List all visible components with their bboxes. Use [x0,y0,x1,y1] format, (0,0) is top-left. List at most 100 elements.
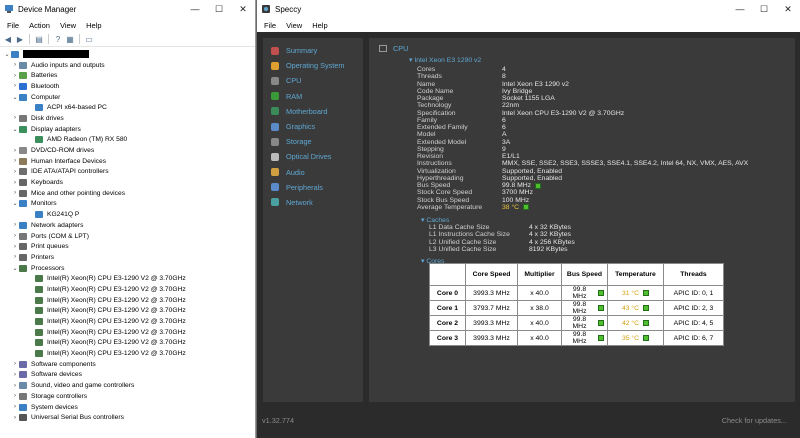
minimize-button[interactable]: — [183,0,207,18]
close-button[interactable]: ✕ [231,0,255,18]
graph-indicator-icon[interactable] [643,290,650,296]
tree-item[interactable]: ⌄ Monitors [0,199,255,210]
tree-item[interactable]: › Keyboards [0,177,255,188]
maximize-button[interactable]: ☐ [207,0,231,18]
tree-item[interactable]: › Storage controllers [0,391,255,402]
tree-item[interactable]: › Printers [0,252,255,263]
tree-item[interactable]: Intel(R) Xeon(R) CPU E3-1290 V2 @ 3.70GH… [0,295,255,306]
nav-item-peripherals[interactable]: Peripherals [263,180,363,195]
tree-item[interactable]: › Mice and other pointing devices [0,188,255,199]
expand-chevron-icon[interactable]: › [11,180,19,186]
tree-item[interactable]: › Print queues [0,241,255,252]
menu-help[interactable]: Help [307,21,332,30]
graph-indicator-icon[interactable] [598,320,604,326]
tree-item[interactable]: › Sound, video and game controllers [0,380,255,391]
nav-item-operating-system[interactable]: Operating System [263,58,363,73]
scan-hardware-icon[interactable]: ▭ [84,34,94,44]
graph-indicator-icon[interactable] [643,305,650,311]
expand-chevron-icon[interactable]: › [11,372,19,378]
tree-item[interactable]: › Bluetooth [0,81,255,92]
expand-chevron-icon[interactable]: › [11,62,19,68]
tree-item[interactable]: AMD Radeon (TM) RX 580 [0,135,255,146]
menu-view[interactable]: View [281,21,307,30]
expand-chevron-icon[interactable]: › [11,404,19,410]
tree-item[interactable]: Intel(R) Xeon(R) CPU E3-1290 V2 @ 3.70GH… [0,348,255,359]
expand-chevron-icon[interactable]: › [11,415,19,421]
tree-item[interactable]: ACPI x64-based PC [0,102,255,113]
tree-item[interactable]: › IDE ATA/ATAPI controllers [0,167,255,178]
graph-indicator-icon[interactable] [598,335,604,341]
expand-chevron-icon[interactable]: › [11,158,19,164]
menu-action[interactable]: Action [24,21,55,30]
collapse-chevron-icon[interactable]: ⌄ [11,200,19,207]
expand-chevron-icon[interactable]: › [11,115,19,121]
tree-item[interactable]: › Software components [0,359,255,370]
nav-item-storage[interactable]: Storage [263,134,363,149]
tree-item[interactable]: › Audio inputs and outputs [0,60,255,71]
expand-chevron-icon[interactable]: › [11,169,19,175]
tree-item[interactable]: › Software devices [0,370,255,381]
tree-item[interactable]: Intel(R) Xeon(R) CPU E3-1290 V2 @ 3.70GH… [0,284,255,295]
tree-item[interactable]: › Ports (COM & LPT) [0,231,255,242]
expand-chevron-icon[interactable]: › [11,73,19,79]
menu-help[interactable]: Help [81,21,106,30]
caches-header[interactable]: ▾ Caches [421,216,449,224]
check-updates-link[interactable]: Check for updates... [722,416,787,425]
tree-item[interactable]: › Network adapters [0,220,255,231]
tree-item[interactable]: › DVD/CD-ROM drives [0,145,255,156]
expand-chevron-icon[interactable]: › [11,361,19,367]
expand-chevron-icon[interactable]: › [11,383,19,389]
dm-titlebar[interactable]: Device Manager — ☐ ✕ [0,0,255,18]
speccy-titlebar[interactable]: Speccy — ☐ ✕ [257,0,800,18]
forward-arrow-icon[interactable]: ▶ [15,34,25,44]
menu-file[interactable]: File [2,21,24,30]
nav-item-ram[interactable]: RAM [263,89,363,104]
collapse-chevron-icon[interactable]: ⌄ [11,265,19,272]
maximize-button[interactable]: ☐ [752,0,776,18]
back-arrow-icon[interactable]: ◀ [3,34,13,44]
tree-item[interactable]: Intel(R) Xeon(R) CPU E3-1290 V2 @ 3.70GH… [0,316,255,327]
nav-item-summary[interactable]: Summary [263,43,363,58]
graph-indicator-icon[interactable] [535,182,542,189]
nav-item-graphics[interactable]: Graphics [263,119,363,134]
collapse-chevron-icon[interactable]: ⌄ [11,126,19,133]
graph-indicator-icon[interactable] [643,335,650,341]
properties-icon[interactable]: ▤ [34,34,44,44]
cpu-model-header[interactable]: ▾ Intel Xeon E3 1290 v2 [409,56,481,64]
menu-file[interactable]: File [259,21,281,30]
tree-item[interactable]: › Universal Serial Bus controllers [0,412,255,423]
expand-chevron-icon[interactable]: › [11,233,19,239]
graph-indicator-icon[interactable] [598,290,604,296]
graph-indicator-icon[interactable] [598,305,604,311]
nav-item-optical-drives[interactable]: Optical Drives [263,149,363,164]
expand-chevron-icon[interactable]: › [11,393,19,399]
tree-item[interactable]: Intel(R) Xeon(R) CPU E3-1290 V2 @ 3.70GH… [0,306,255,317]
tree-item[interactable]: › System devices [0,402,255,413]
menu-view[interactable]: View [55,21,81,30]
minimize-button[interactable]: — [728,0,752,18]
collapse-chevron-icon[interactable]: ⌄ [3,51,11,58]
expand-chevron-icon[interactable]: › [11,148,19,154]
tree-item[interactable]: › Disk drives [0,113,255,124]
tree-item[interactable]: Intel(R) Xeon(R) CPU E3-1290 V2 @ 3.70GH… [0,273,255,284]
nav-item-network[interactable]: Network [263,195,363,210]
tree-item[interactable]: ⌄ Processors [0,263,255,274]
tree-item[interactable]: ⌄ [0,49,255,60]
tree-item[interactable]: › Batteries [0,70,255,81]
tree-item[interactable]: ⌄ Display adapters [0,124,255,135]
expand-chevron-icon[interactable]: › [11,254,19,260]
nav-item-audio[interactable]: Audio [263,165,363,180]
tree-item[interactable]: › Human Interface Devices [0,156,255,167]
update-driver-icon[interactable]: ▦ [65,34,75,44]
graph-indicator-icon[interactable] [523,204,530,211]
expand-chevron-icon[interactable]: › [11,222,19,228]
tree-item[interactable]: KG241Q P [0,209,255,220]
expand-chevron-icon[interactable]: › [11,83,19,89]
tree-item[interactable]: Intel(R) Xeon(R) CPU E3-1290 V2 @ 3.70GH… [0,338,255,349]
graph-indicator-icon[interactable] [643,320,650,326]
nav-item-motherboard[interactable]: Motherboard [263,104,363,119]
tree-item[interactable]: ⌄ Computer [0,92,255,103]
help-icon[interactable]: ? [53,34,63,44]
tree-item[interactable]: Intel(R) Xeon(R) CPU E3-1290 V2 @ 3.70GH… [0,327,255,338]
expand-chevron-icon[interactable]: › [11,190,19,196]
